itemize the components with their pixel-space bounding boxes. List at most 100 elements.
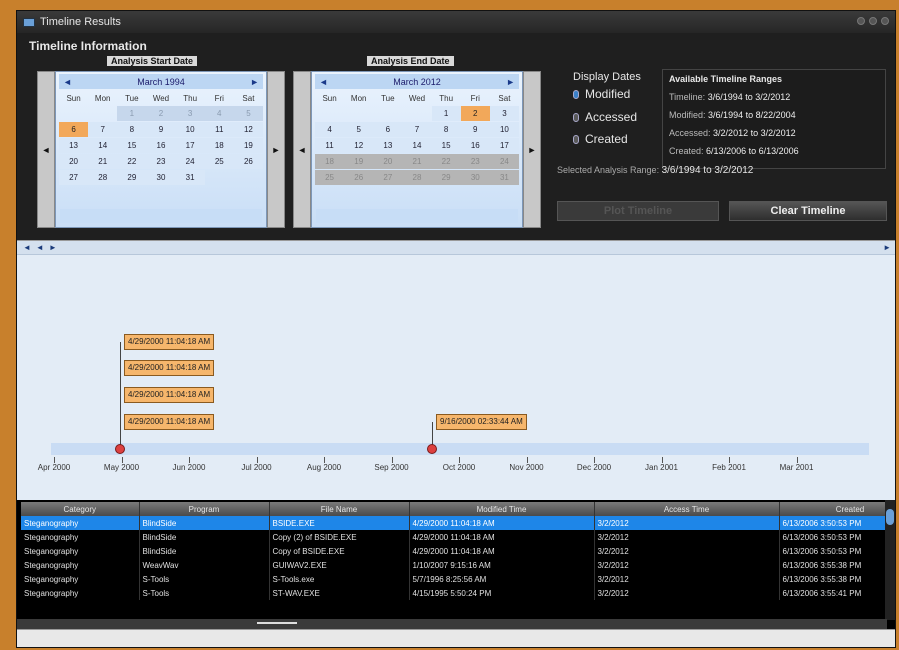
start-day-cell[interactable]: 22	[117, 154, 147, 169]
start-day-cell[interactable]: 6	[59, 122, 89, 137]
table-row[interactable]: Steganography BlindSide Copy of BSIDE.EXE 4…	[21, 544, 895, 558]
end-day-cell[interactable]: 19	[344, 154, 374, 169]
end-day-cell[interactable]: 27	[373, 170, 403, 185]
end-month-label[interactable]: March 2012	[393, 77, 441, 87]
start-day-cell[interactable]: 5	[233, 106, 263, 121]
hscroll-thumb[interactable]	[257, 622, 297, 624]
end-day-cell[interactable]: 5	[344, 122, 374, 137]
end-prev-month-icon[interactable]: ◄	[319, 77, 328, 87]
end-day-cell[interactable]: 21	[402, 154, 432, 169]
start-day-cell[interactable]: 4	[204, 106, 234, 121]
end-day-cell[interactable]: 31	[489, 170, 519, 185]
start-day-cell[interactable]: 31	[175, 170, 205, 185]
start-day-cell[interactable]: 8	[117, 122, 147, 137]
table-scroll-thumb[interactable]	[886, 509, 894, 525]
column-header[interactable]: File Name	[269, 502, 410, 516]
end-day-cell[interactable]: 30	[460, 170, 490, 185]
end-day-cell[interactable]: 16	[460, 138, 490, 153]
start-day-cell[interactable]: 27	[59, 170, 89, 185]
start-cal-next-arrow-icon[interactable]: ►	[267, 71, 285, 228]
start-day-cell[interactable]: 25	[204, 154, 234, 169]
end-day-cell[interactable]: 20	[373, 154, 403, 169]
scroll-next-icon[interactable]: ►	[49, 243, 57, 252]
start-day-cell[interactable]: 7	[88, 122, 118, 137]
table-row[interactable]: Steganography BlindSide BSIDE.EXE 4/29/2000…	[21, 516, 895, 530]
end-day-cell[interactable]: 3	[489, 106, 519, 121]
end-day-cell[interactable]: 24	[489, 154, 519, 169]
start-month-label[interactable]: March 1994	[137, 77, 185, 87]
end-cal-prev-arrow-icon[interactable]: ◄	[293, 71, 311, 228]
start-day-cell[interactable]: 12	[233, 122, 263, 137]
start-day-cell[interactable]: 17	[175, 138, 205, 153]
column-header[interactable]: Created	[779, 502, 895, 516]
event-timestamp-tag[interactable]: 4/29/2000 11:04:18 AM	[124, 414, 215, 430]
start-next-month-icon[interactable]: ►	[250, 77, 259, 87]
start-day-cell[interactable]: 19	[233, 138, 263, 153]
start-day-cell[interactable]: 29	[117, 170, 147, 185]
end-cal-next-arrow-icon[interactable]: ►	[523, 71, 541, 228]
event-timestamp-tag[interactable]: 4/29/2000 11:04:18 AM	[124, 360, 215, 376]
radio-created[interactable]: Created	[573, 132, 628, 146]
column-header[interactable]: Program	[139, 502, 270, 516]
end-day-cell[interactable]: 28	[402, 170, 432, 185]
end-day-cell[interactable]: 14	[402, 138, 432, 153]
end-day-cell[interactable]: 2	[460, 106, 490, 121]
scroll-first-icon[interactable]: ◄	[23, 243, 31, 252]
end-day-cell[interactable]: 17	[489, 138, 519, 153]
minimize-button[interactable]	[857, 17, 865, 25]
start-day-cell[interactable]: 24	[175, 154, 205, 169]
start-day-cell[interactable]: 30	[146, 170, 176, 185]
start-day-cell[interactable]: 23	[146, 154, 176, 169]
maximize-button[interactable]	[869, 17, 877, 25]
end-day-cell[interactable]: 1	[431, 106, 461, 121]
end-day-cell[interactable]: 4	[315, 122, 345, 137]
end-day-cell[interactable]: 29	[431, 170, 461, 185]
start-day-cell[interactable]: 9	[146, 122, 176, 137]
event-timestamp-tag[interactable]: 9/16/2000 02:33:44 AM	[436, 414, 527, 430]
end-day-cell[interactable]: 10	[489, 122, 519, 137]
table-row[interactable]: Steganography S-Tools ST-WAV.EXE 4/15/1995 …	[21, 586, 895, 600]
radio-modified[interactable]: Modified	[573, 87, 630, 101]
table-row[interactable]: Steganography BlindSide Copy (2) of BSIDE.…	[21, 530, 895, 544]
start-day-cell[interactable]: 21	[88, 154, 118, 169]
table-row[interactable]: Steganography S-Tools S-Tools.exe 5/7/1996 …	[21, 572, 895, 586]
end-day-cell[interactable]: 15	[431, 138, 461, 153]
end-day-cell[interactable]: 8	[431, 122, 461, 137]
table-horizontal-scrollbar[interactable]	[17, 619, 887, 629]
start-day-cell[interactable]: 1	[117, 106, 147, 121]
end-day-cell[interactable]: 18	[315, 154, 345, 169]
start-day-cell[interactable]: 13	[59, 138, 89, 153]
start-cal-prev-arrow-icon[interactable]: ◄	[37, 71, 55, 228]
scroll-end-icon[interactable]: ►	[883, 243, 891, 252]
start-day-cell[interactable]: 26	[233, 154, 263, 169]
start-day-cell[interactable]: 18	[204, 138, 234, 153]
event-timestamp-tag[interactable]: 4/29/2000 11:04:18 AM	[124, 334, 215, 350]
end-day-cell[interactable]: 25	[315, 170, 345, 185]
event-timestamp-tag[interactable]: 4/29/2000 11:04:18 AM	[124, 387, 215, 403]
start-day-cell[interactable]: 3	[175, 106, 205, 121]
start-day-cell[interactable]: 10	[175, 122, 205, 137]
column-header[interactable]: Modified Time	[409, 502, 595, 516]
close-button[interactable]	[881, 17, 889, 25]
start-day-cell[interactable]: 15	[117, 138, 147, 153]
event-marker-dot[interactable]	[427, 444, 437, 454]
start-day-cell[interactable]: 28	[88, 170, 118, 185]
start-prev-month-icon[interactable]: ◄	[63, 77, 72, 87]
start-day-cell[interactable]: 11	[204, 122, 234, 137]
end-day-cell[interactable]: 7	[402, 122, 432, 137]
end-day-cell[interactable]: 12	[344, 138, 374, 153]
start-day-cell[interactable]: 16	[146, 138, 176, 153]
start-day-cell[interactable]: 14	[88, 138, 118, 153]
end-day-cell[interactable]: 22	[431, 154, 461, 169]
column-header[interactable]: Category	[21, 502, 140, 516]
end-day-cell[interactable]: 11	[315, 138, 345, 153]
end-day-cell[interactable]: 9	[460, 122, 490, 137]
end-day-cell[interactable]: 26	[344, 170, 374, 185]
clear-timeline-button[interactable]: Clear Timeline	[729, 201, 887, 221]
end-next-month-icon[interactable]: ►	[506, 77, 515, 87]
start-day-cell[interactable]: 20	[59, 154, 89, 169]
end-day-cell[interactable]: 13	[373, 138, 403, 153]
table-row[interactable]: Steganography WeavWav GUIWAV2.EXE 1/10/2007…	[21, 558, 895, 572]
end-day-cell[interactable]: 23	[460, 154, 490, 169]
column-header[interactable]: Access Time	[594, 502, 780, 516]
